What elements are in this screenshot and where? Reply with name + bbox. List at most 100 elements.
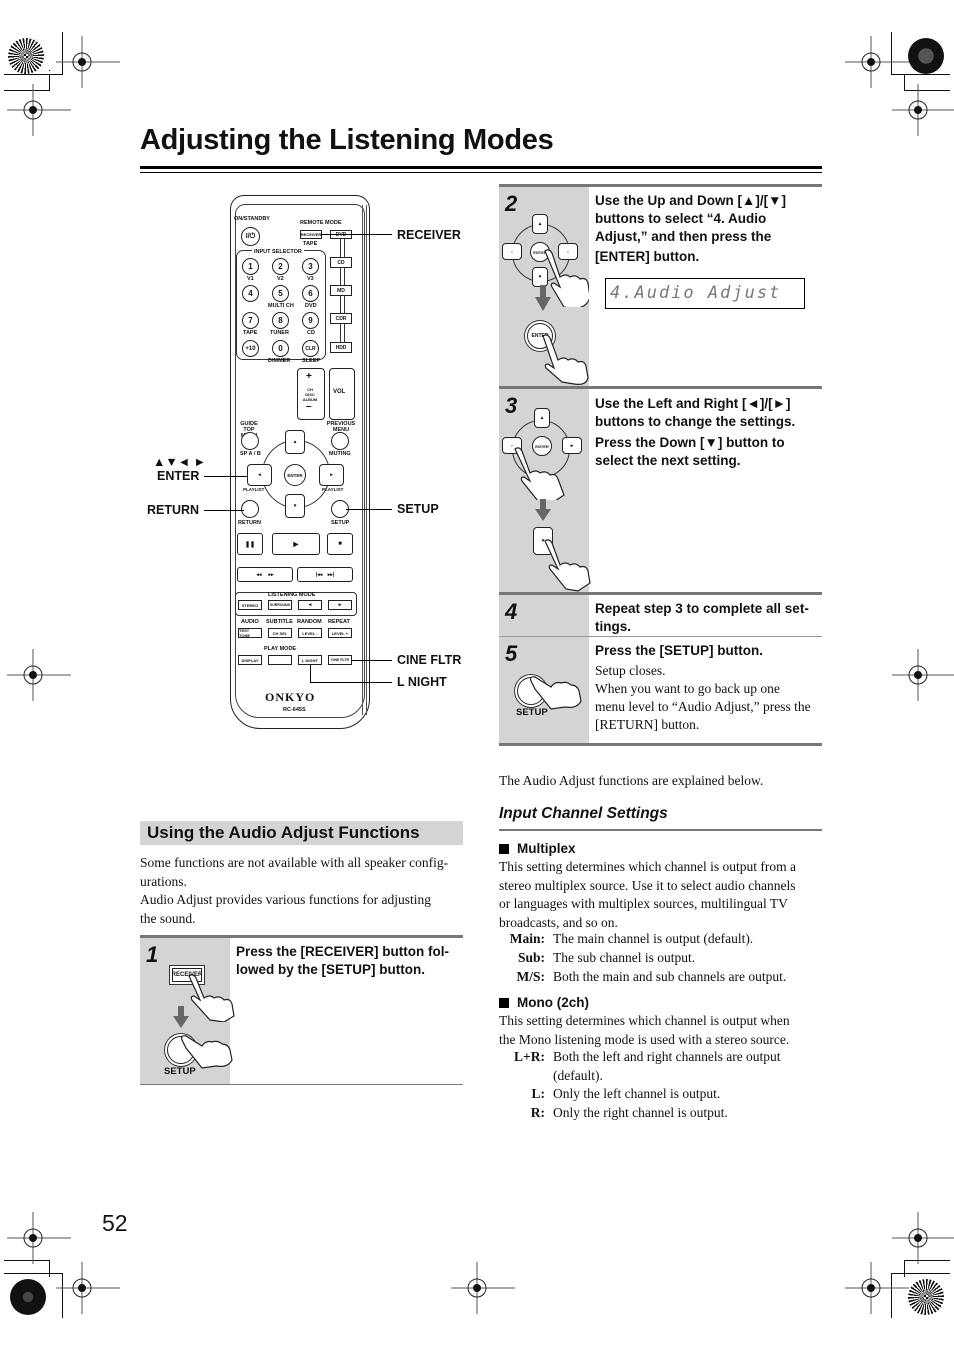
label-playlist-right: PLAYLIST [322, 487, 344, 492]
step-5: 5 SETUP Press the [SETUP] button. Setup … [499, 636, 822, 746]
label-play-mode: PLAY MODE [264, 646, 297, 652]
square-bullet-icon [499, 844, 509, 854]
key-0: 0 [272, 340, 289, 357]
step-3-instruction: Use the Left and Right [◄]/[►] buttons t… [595, 396, 796, 468]
title-rule-thick [140, 166, 822, 169]
leader-return [204, 510, 244, 511]
key-9: 9 [302, 312, 319, 329]
surround-button: SURROUND [268, 600, 292, 610]
down-flow-arrow-icon [173, 1016, 189, 1028]
label-on-standby: ON/STANDBY [234, 216, 270, 222]
registration-mark [23, 665, 43, 685]
label-tape-sub: TAPE [243, 330, 258, 336]
registration-mark [72, 52, 92, 72]
left-arrow-icon: - [502, 243, 522, 260]
callout-cine-fltr: CINE FLTR [397, 653, 462, 667]
l-night-button: L NIGHT [298, 655, 322, 665]
multiplex-option-main: Main: The main channel is output (default… [509, 931, 754, 946]
callout-return: RETURN [147, 503, 200, 517]
step-1: 1 RECEIVER SETUP Press the [RECEIVER] bu… [140, 935, 463, 1085]
pressing-hand-icon [188, 974, 235, 1022]
callout-l-night: L NIGHT [397, 675, 447, 689]
label-tuner: TUNER [270, 330, 289, 336]
cdr-button: CDR [330, 313, 352, 324]
ch-sel-button: CH SEL [268, 628, 292, 638]
stereo-button: STEREO [238, 600, 262, 610]
label-muting: MUTING [329, 451, 351, 457]
step-4: 4 Repeat step 3 to complete all set- tin… [499, 592, 822, 637]
label-dimmer: DIMMER [268, 358, 291, 364]
guide-button [241, 432, 259, 450]
up-arrow-icon: ▴ [532, 214, 548, 234]
mode-prev-button: ◂ [298, 600, 322, 610]
md-button: MD [330, 285, 352, 296]
registration-mark [29, 106, 37, 114]
square-bullet-icon [499, 998, 509, 1008]
step-4-instruction: Repeat step 3 to complete all set- tings… [595, 601, 809, 634]
label-v1: V1 [247, 276, 254, 282]
onkyo-logo: ONKYO [265, 690, 316, 704]
key-5: 5 [272, 285, 289, 302]
registration-mark [29, 671, 37, 679]
registration-mark [78, 1284, 86, 1292]
setup-icon-label: SETUP [164, 1066, 196, 1077]
step-number: 3 [505, 393, 518, 418]
registration-mark [72, 1278, 92, 1298]
mono-option-r: R: Only the right channel is output. [530, 1105, 728, 1120]
page-number: 52 [102, 1210, 128, 1236]
label-multi-ch: MULTI CH [268, 303, 294, 309]
registration-mark [908, 665, 928, 685]
key-3: 3 [302, 258, 319, 275]
label-tape: TAPE [303, 241, 318, 247]
registration-mark [914, 671, 922, 679]
remote-side-edge [362, 205, 367, 715]
label-vol: VOL [333, 389, 346, 395]
play-button: ► [272, 533, 320, 555]
leader-receiver [322, 234, 392, 235]
up-button: ▴ [285, 430, 305, 454]
registration-mark [467, 1278, 487, 1298]
subhead-rule [499, 829, 822, 831]
key-7: 7 [242, 312, 259, 329]
lcd-display: 4.Audio Adjust [605, 278, 805, 309]
key-2: 2 [272, 258, 289, 275]
registration-mark [473, 1284, 481, 1292]
label-v2: V2 [277, 276, 284, 282]
leader-cine-fltr [352, 660, 392, 661]
label-listening-mode: LISTENING MODE [268, 592, 316, 598]
enter-button: ENTER [284, 464, 306, 486]
cine-fltr-button: CINE FLTR [328, 655, 352, 665]
label-repeat: REPEAT [328, 619, 350, 625]
registration-mark [23, 100, 43, 120]
title-rule-thin [140, 172, 822, 173]
step-number: 5 [505, 641, 518, 666]
stop-button: ■ [327, 533, 353, 555]
step-number: 1 [146, 942, 159, 967]
step-number: 2 [505, 191, 518, 216]
rosette-top-left [8, 38, 44, 74]
step-1-instruction: Press the [RECEIVER] button fol- lowed b… [236, 944, 450, 977]
registration-mark [908, 1228, 928, 1248]
registration-mark [908, 100, 928, 120]
display-button: DISPLAY [238, 655, 262, 665]
key-plus10: +10 [242, 340, 259, 357]
label-v3: V3 [307, 276, 314, 282]
registration-mark [867, 1284, 875, 1292]
pressing-hand-icon [544, 539, 591, 592]
registration-mark [23, 1228, 43, 1248]
mono-heading: Mono (2ch) [499, 995, 589, 1010]
cd-button: CD [330, 257, 352, 268]
up-arrow-icon: ▴ [534, 408, 550, 428]
mono-option-lr: L+R: Both the left and right channels are… [514, 1049, 781, 1083]
label-playlist-left: PLAYLIST [243, 487, 265, 492]
receiver-button: RECEIVER [300, 230, 322, 239]
key-1: 1 [242, 258, 259, 275]
test-tone-button: TEST TONE [238, 628, 262, 638]
step-number: 4 [505, 599, 518, 624]
down-button: ▾ [285, 494, 305, 518]
label-setup: SETUP [331, 520, 350, 526]
section-heading: Using the Audio Adjust Functions [140, 821, 463, 845]
key-clr: CLR [302, 340, 319, 357]
label-subtitle: SUBTITLE [266, 619, 293, 625]
label-dvd-sub: DVD [305, 303, 317, 309]
